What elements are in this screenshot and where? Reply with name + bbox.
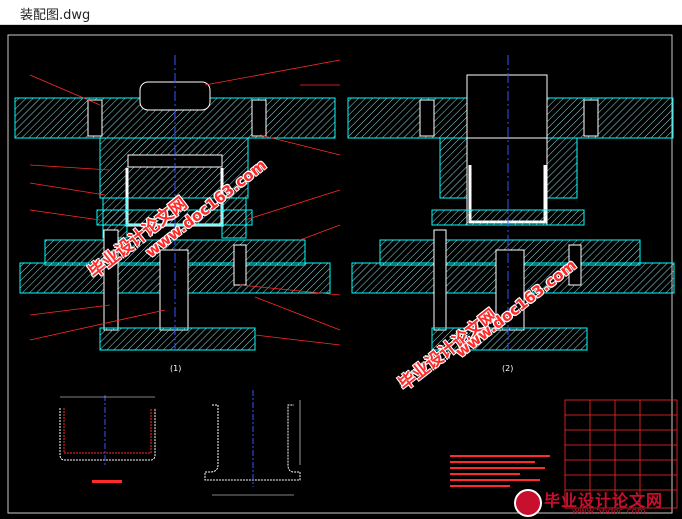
view-label-right: (2) — [502, 364, 513, 373]
screw-right-1 — [419, 99, 435, 137]
screw-1 — [87, 99, 103, 137]
part-detail-1 — [59, 395, 156, 483]
window-titlebar: 装配图.dwg — [0, 0, 682, 25]
ejector-pin-2 — [233, 244, 247, 286]
logo-url: www.56doc.com — [572, 507, 646, 517]
detail-1-caption — [92, 480, 122, 483]
screw-2 — [251, 99, 267, 137]
cad-drawing-canvas[interactable]: (1) (2) 毕业设计论文网 www.doc163.com 毕业设计论文网 w… — [0, 25, 682, 519]
site-logo: 毕业设计论文网 www.56doc.com — [512, 487, 682, 519]
cup-detail-outline — [59, 408, 156, 461]
part-detail-2 — [204, 390, 301, 496]
ejector-rod — [159, 249, 189, 331]
window-title: 装配图.dwg — [20, 8, 91, 23]
ejector-pin-right-1 — [433, 229, 447, 331]
assembly-view-right: (2) — [347, 55, 675, 373]
view-label-left: (1) — [170, 364, 181, 373]
base-plate — [99, 327, 256, 351]
screw-right-2 — [583, 99, 599, 137]
logo-icon — [514, 489, 542, 517]
technical-notes — [450, 455, 550, 487]
